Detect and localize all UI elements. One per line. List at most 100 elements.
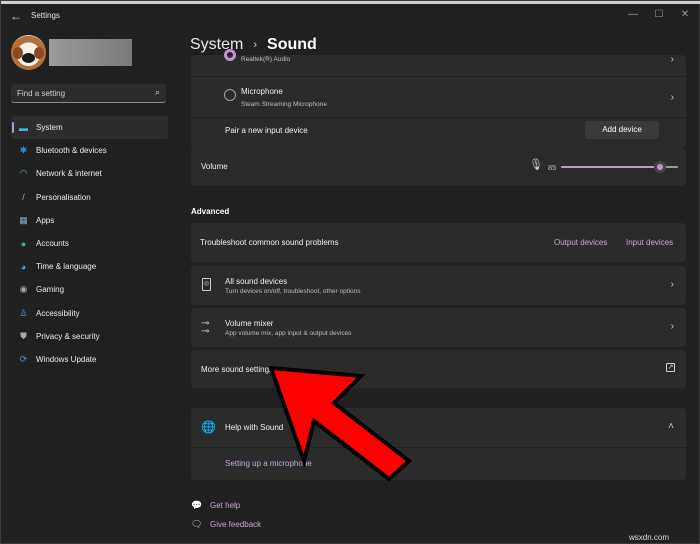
globe-icon: 🌐 (201, 420, 216, 434)
chevron-right-icon[interactable]: › (671, 92, 674, 103)
sidebar-item-label: Apps (36, 215, 55, 225)
sidebar-item-label: Network & internet (36, 169, 102, 179)
chevron-right-icon[interactable]: › (671, 54, 674, 65)
volume-label: Volume (201, 162, 228, 171)
divider (191, 447, 686, 448)
sidebar-item-label: Gaming (36, 285, 65, 295)
sidebar-item-label: System (36, 123, 63, 133)
maximize-button[interactable]: ☐ (649, 7, 669, 23)
more-sound-settings-row[interactable]: More sound settings ↗ (191, 350, 686, 388)
settings-window: ← Settings — ☐ ✕ ⌕ ▬ System ✱ Bluetooth & d… (0, 0, 700, 544)
speaker-icon: ◎ (202, 278, 211, 291)
chevron-right-icon[interactable]: › (671, 279, 674, 290)
gamepad-icon: ◉ (19, 284, 28, 295)
device-radio-selected[interactable] (224, 49, 236, 61)
external-link-icon[interactable]: ↗ (666, 363, 675, 372)
sidebar-item-system[interactable]: ▬ System (11, 116, 168, 140)
avatar[interactable] (11, 35, 46, 70)
bluetooth-icon: ✱ (19, 145, 28, 156)
feedback-icon: 🗨 (191, 519, 203, 529)
microphone-row[interactable]: Microphone Steam Streaming Microphone › (191, 77, 686, 110)
input-devices-link[interactable]: Input devices (626, 238, 673, 247)
chevron-up-icon[interactable]: ˄ (668, 421, 674, 432)
add-device-button[interactable]: Add device (585, 121, 659, 139)
chevron-right-icon[interactable]: › (671, 321, 674, 332)
more-sound-settings-label: More sound settings (201, 365, 274, 374)
volume-mixer-subtitle: App volume mix, app input & output devic… (225, 330, 352, 337)
pair-device-label: Pair a new input device (225, 126, 308, 135)
input-devices-card: Realtek(R) Audio › Microphone Steam Stre… (191, 49, 686, 148)
person-icon: ● (20, 238, 27, 249)
sidebar-item-label: Privacy & security (36, 331, 100, 341)
divider (191, 117, 686, 118)
setting-up-microphone-link[interactable]: Setting up a microphone (225, 459, 312, 468)
chevron-right-icon: › (253, 39, 258, 51)
sidebar-item-gaming[interactable]: ◉ Gaming (11, 278, 168, 301)
breadcrumb: System › Sound (190, 36, 317, 54)
sidebar-nav: ▬ System ✱ Bluetooth & devices ◠ Network & in… (11, 116, 168, 371)
accessibility-icon: ♙ (19, 307, 28, 318)
volume-slider[interactable] (561, 161, 678, 173)
all-sound-devices-row[interactable]: ◎ All sound devices Turn devices on/off,… (191, 266, 686, 305)
microphone-title: Microphone (241, 87, 283, 96)
help-header[interactable]: 🌐 Help with Sound ˄ (191, 408, 686, 447)
sidebar-item-personalisation[interactable]: / Personalisation (11, 186, 168, 209)
volume-mixer-row[interactable]: ⊸ ⊸ Volume mixer App volume mix, app inpu… (191, 308, 686, 347)
help-title: Help with Sound (225, 423, 284, 432)
avatar-nose (22, 53, 35, 63)
troubleshoot-label: Troubleshoot common sound problems (200, 238, 339, 247)
update-icon: ⟳ (19, 353, 28, 364)
monitor-icon: ▬ (19, 122, 28, 133)
all-sound-devices-title: All sound devices (225, 277, 288, 286)
volume-slider-fill (561, 166, 661, 168)
shield-icon: ⛊ (20, 330, 27, 341)
advanced-heading: Advanced (191, 207, 230, 216)
sidebar-item-label: Accessibility (36, 308, 80, 318)
volume-value: 85 (548, 163, 557, 172)
sidebar-item-label: Windows Update (36, 354, 97, 364)
apps-icon: ▦ (19, 214, 28, 225)
microphone-subtitle: Steam Streaming Microphone (241, 101, 327, 108)
volume-mixer-title: Volume mixer (225, 319, 274, 328)
back-arrow-icon[interactable]: ← (10, 9, 24, 23)
output-devices-link[interactable]: Output devices (554, 238, 607, 247)
sidebar-item-time-language[interactable]: ◕ Time & language (11, 255, 168, 278)
volume-card: Volume 🎙 85 (191, 148, 686, 186)
brush-icon: / (22, 192, 25, 203)
page-title: Sound (267, 36, 317, 53)
sidebar-item-accounts[interactable]: ● Accounts (11, 232, 168, 255)
microphone-icon[interactable]: 🎙 (529, 158, 543, 171)
sidebar-item-label: Personalisation (36, 192, 91, 202)
search-box[interactable]: ⌕ (11, 84, 166, 103)
watermark: wsxdn.com (629, 533, 670, 542)
microphone-radio[interactable] (224, 89, 236, 101)
get-help-icon: 💬 (191, 500, 203, 510)
search-input[interactable] (17, 87, 147, 100)
give-feedback-link[interactable]: Give feedback (210, 520, 261, 529)
avatar-ear (34, 47, 44, 59)
search-icon[interactable]: ⌕ (155, 87, 160, 98)
mixer-icon: ⊸ ⊸ (201, 318, 210, 337)
sidebar-item-apps[interactable]: ▦ Apps (11, 209, 168, 232)
title-bar: ← Settings — ☐ ✕ (1, 4, 700, 30)
app-title: Settings (31, 11, 60, 20)
get-help-link[interactable]: Get help (210, 501, 240, 510)
sidebar-item-privacy-security[interactable]: ⛊ Privacy & security (11, 325, 168, 348)
device-subtitle: Realtek(R) Audio (241, 56, 291, 63)
sidebar-item-windows-update[interactable]: ⟳ Windows Update (11, 348, 168, 371)
sidebar-item-network-internet[interactable]: ◠ Network & internet (11, 162, 168, 185)
active-indicator (12, 122, 14, 133)
troubleshoot-card: Troubleshoot common sound problems Outpu… (191, 223, 686, 262)
close-button[interactable]: ✕ (675, 7, 695, 23)
minimize-button[interactable]: — (623, 7, 643, 23)
all-sound-devices-subtitle: Turn devices on/off, troubleshoot, other… (225, 288, 361, 295)
sidebar-item-accessibility[interactable]: ♙ Accessibility (11, 302, 168, 325)
sidebar-item-label: Time & language (36, 262, 97, 272)
volume-slider-thumb[interactable] (654, 161, 667, 173)
sidebar-item-label: Accounts (36, 239, 69, 249)
sidebar-item-label: Bluetooth & devices (36, 146, 107, 156)
sidebar-item-bluetooth-devices[interactable]: ✱ Bluetooth & devices (11, 139, 168, 162)
help-card: 🌐 Help with Sound ˄ Setting up a microph… (191, 408, 686, 480)
globe-clock-icon: ◕ (20, 261, 27, 272)
wifi-icon: ◠ (19, 168, 28, 179)
